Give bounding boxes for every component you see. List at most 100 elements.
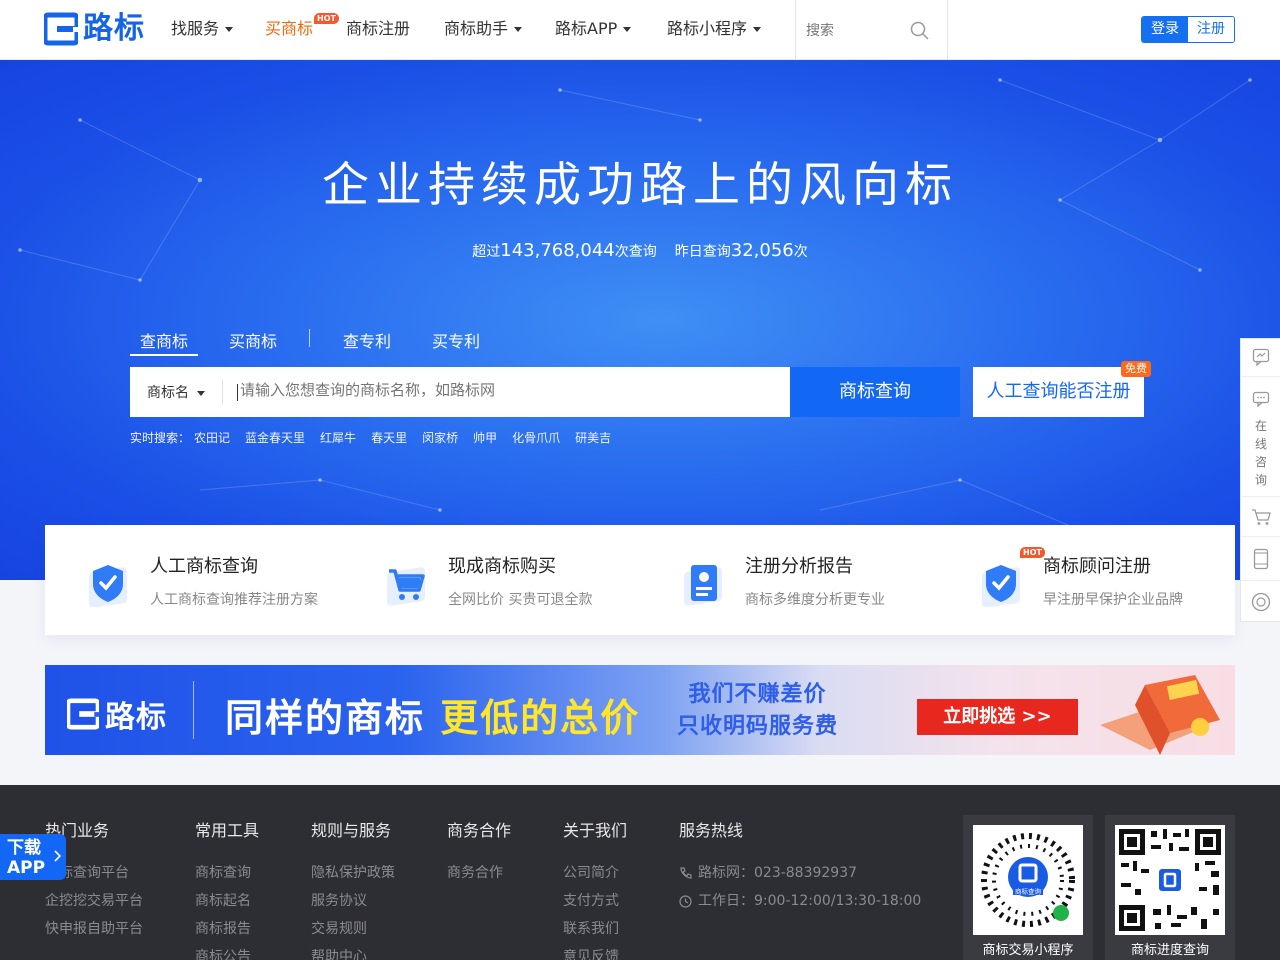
footer-link[interactable]: 交易规则 — [311, 915, 395, 943]
realtime-label: 实时搜索： — [130, 431, 191, 445]
footer-column: 常用工具 商标查询 商标起名 商标报告 商标公告 — [195, 817, 259, 960]
footer-link[interactable]: 服务协议 — [311, 887, 395, 915]
footer-link[interactable]: 隐私保护政策 — [311, 859, 395, 887]
nav-find-service[interactable]: 找服务 — [171, 18, 234, 40]
logo-text: 路标 — [83, 11, 145, 46]
feature-consultant-register[interactable]: HOT 商标顾问注册 早注册早保护企业品牌 — [938, 525, 1235, 635]
qr-mini-program: 商标查询 商标交易小程序 — [963, 815, 1093, 960]
mini-program-code: 商标查询 — [973, 825, 1083, 935]
floating-sidebar: 在线咨询 — [1240, 338, 1280, 622]
tab-search-trademark[interactable]: 查商标 — [129, 328, 199, 356]
free-badge: 免费 — [1121, 361, 1151, 377]
tab-search-patent[interactable]: 查专利 — [343, 328, 391, 352]
footer-link[interactable]: 商务合作 — [447, 859, 511, 887]
footer-link[interactable]: 企挖挖交易平台 — [45, 887, 143, 915]
footer-link[interactable]: 商标公告 — [195, 943, 259, 960]
message-icon — [1252, 391, 1270, 407]
realtime-keyword[interactable]: 蓝金春天里 — [245, 431, 305, 445]
feature-desc: 全网比价 买贵可退全款 — [448, 592, 593, 608]
realtime-keyword[interactable]: 研美吉 — [575, 431, 611, 445]
logo-b-icon — [44, 12, 78, 46]
footer-link[interactable]: 帮助中心 — [311, 943, 395, 960]
total-queries: 143,768,044 — [500, 240, 615, 261]
trademark-search-input[interactable] — [240, 382, 760, 399]
footer-link[interactable]: 支付方式 — [563, 887, 627, 915]
sidebar-official[interactable] — [1241, 581, 1280, 623]
yesterday-queries: 32,056 — [730, 240, 794, 261]
shield-check-icon — [89, 565, 127, 607]
feature-manual-search[interactable]: 人工商标查询 人工商标查询推荐注册方案 — [45, 525, 342, 635]
badge-icon — [1251, 592, 1271, 612]
feature-cards: 人工商标查询 人工商标查询推荐注册方案 现成商标购买 全网比价 买贵可退全款 注… — [45, 525, 1235, 635]
gift-box-illustration — [1100, 675, 1220, 755]
banner-divider — [193, 681, 194, 739]
footer-link[interactable]: 意见反馈 — [563, 943, 627, 960]
footer-column: 规则与服务 隐私保护政策 服务协议 交易规则 帮助中心 — [311, 817, 395, 960]
realtime-keyword[interactable]: 化骨爪爪 — [512, 431, 560, 445]
slogan-highlight: 更低的总价 — [440, 696, 641, 740]
tab-buy-trademark[interactable]: 买商标 — [229, 328, 277, 352]
nav-mini-program[interactable]: 路标小程序 — [667, 18, 762, 40]
header-search — [795, 0, 948, 60]
qr-label: 商标交易小程序 — [982, 943, 1074, 958]
nav-buy-trademark[interactable]: 买商标 — [265, 18, 313, 40]
feature-title: 注册分析报告 — [745, 556, 853, 577]
download-app-line: APP — [7, 858, 46, 878]
chat-bubble-icon — [1252, 348, 1270, 366]
nav-label: 商标助手 — [444, 19, 509, 38]
site-logo[interactable]: 路标 — [44, 11, 158, 47]
top-header: 路标 找服务 买商标 HOT 商标注册 商标助手 路标APP 路标小程序 登录 … — [0, 0, 1280, 60]
chevron-down-icon — [623, 27, 632, 32]
search-type-select[interactable]: 商标名 — [147, 382, 205, 402]
search-divider — [222, 379, 223, 405]
nav-trademark-assistant[interactable]: 商标助手 — [444, 18, 523, 40]
register-button[interactable]: 注册 — [1188, 17, 1234, 42]
report-icon — [684, 565, 722, 606]
feature-buy-trademark[interactable]: 现成商标购买 全网比价 买贵可退全款 — [343, 525, 640, 635]
footer-column-title: 常用工具 — [195, 821, 260, 840]
feature-desc: 人工商标查询推荐注册方案 — [150, 592, 318, 608]
footer-link[interactable]: 快申报自助平台 — [45, 915, 143, 943]
realtime-keyword[interactable]: 农田记 — [194, 431, 230, 445]
footer-link[interactable]: 商标查询 — [195, 859, 259, 887]
tab-buy-patent[interactable]: 买专利 — [432, 328, 480, 352]
hero-section: 企业持续成功路上的风向标 超过143,768,044次查询 昨日查询32,056次… — [0, 60, 1280, 580]
yesterday-prefix: 昨日查询 — [674, 244, 731, 260]
search-icon[interactable] — [910, 21, 929, 40]
tab-divider — [309, 329, 310, 347]
stats-prefix: 超过 — [472, 244, 501, 260]
footer-link[interactable]: 公司简介 — [563, 859, 627, 887]
feature-title: 商标顾问注册 — [1043, 556, 1151, 577]
realtime-keyword[interactable]: 红犀牛 — [320, 431, 356, 445]
online-consult-label: 在线咨询 — [1254, 419, 1267, 487]
main-search-bar: 商标名 — [130, 367, 790, 417]
realtime-keyword[interactable]: 帅甲 — [473, 431, 497, 445]
footer-link[interactable]: 商标报告 — [195, 915, 259, 943]
realtime-keyword[interactable]: 春天里 — [371, 431, 407, 445]
download-app-button[interactable]: 下载 APP — [0, 834, 66, 880]
sidebar-online-consult[interactable]: 在线咨询 — [1241, 377, 1280, 497]
feature-desc: 早注册早保护企业品牌 — [1043, 592, 1183, 608]
feature-title: 人工商标查询 — [150, 556, 258, 577]
header-search-input[interactable] — [806, 18, 906, 42]
yesterday-suffix: 次 — [793, 244, 808, 260]
manual-check-button[interactable]: 人工查询能否注册 — [973, 367, 1144, 417]
nav-label: 找服务 — [171, 19, 220, 38]
nav-app[interactable]: 路标APP — [555, 18, 632, 40]
login-button[interactable]: 登录 — [1142, 17, 1188, 42]
sidebar-cart[interactable] — [1241, 497, 1280, 537]
banner-cta-button[interactable]: 立即挑选 >> — [917, 699, 1078, 735]
promo-banner[interactable]: 路标 同样的商标 更低的总价 我们不赚差价 只收明码服务费 立即挑选 >> — [45, 665, 1235, 755]
trademark-search-button[interactable]: 商标查询 — [790, 367, 960, 417]
feature-analysis-report[interactable]: 注册分析报告 商标多维度分析更专业 — [640, 525, 937, 635]
sidebar-feedback[interactable] — [1241, 339, 1280, 377]
realtime-keyword[interactable]: 闵家桥 — [422, 431, 458, 445]
nav-trademark-register[interactable]: 商标注册 — [346, 18, 410, 40]
footer-link[interactable]: 商标起名 — [195, 887, 259, 915]
nav-label: 路标APP — [555, 19, 618, 38]
query-stats: 超过143,768,044次查询 昨日查询32,056次 — [0, 240, 1280, 261]
feature-title: 现成商标购买 — [448, 556, 556, 577]
stats-suffix: 次查询 — [614, 244, 657, 260]
footer-link[interactable]: 联系我们 — [563, 915, 627, 943]
sidebar-mobile[interactable] — [1241, 537, 1280, 581]
